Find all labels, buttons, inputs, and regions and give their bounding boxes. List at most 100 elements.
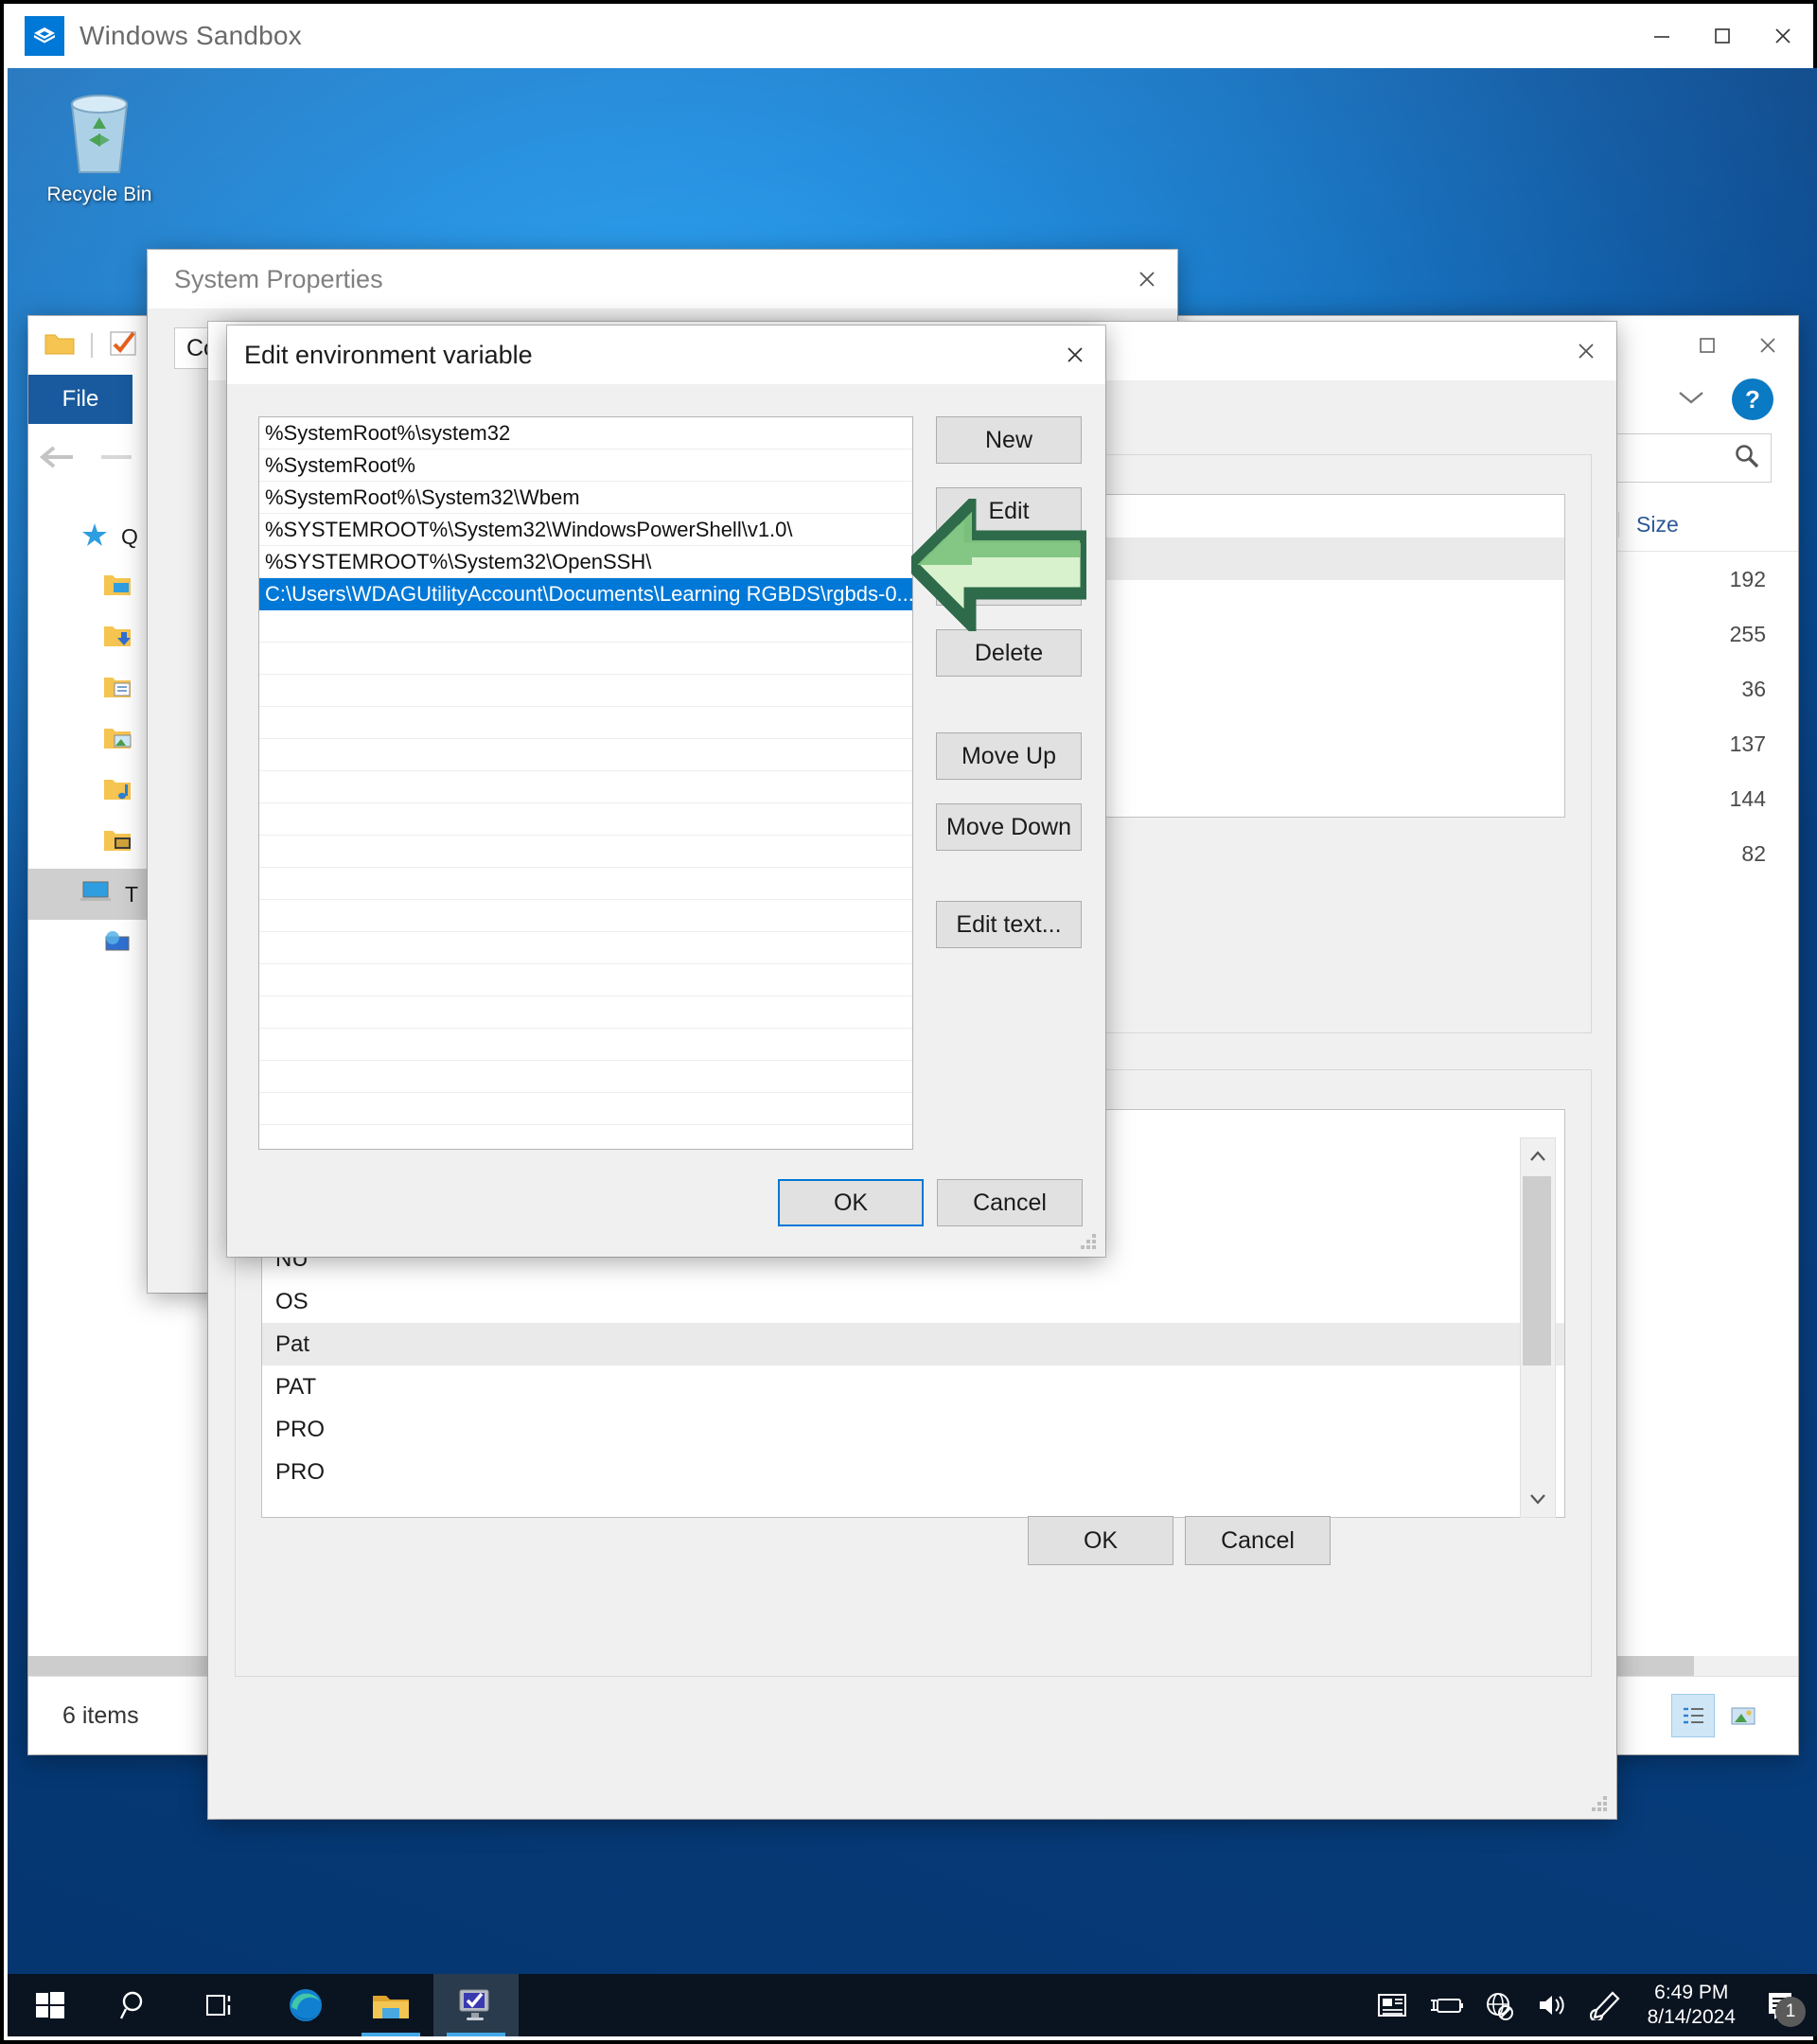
- folder-icon[interactable]: [28, 329, 76, 362]
- start-button[interactable]: [8, 1974, 93, 2036]
- path-entry-row-empty[interactable]: [259, 964, 912, 996]
- taskbar-clock[interactable]: 6:49 PM 8/14/2024: [1632, 1974, 1751, 2036]
- cell-size: 192: [1729, 566, 1766, 591]
- env-vars-vertical-scrollbar[interactable]: [1520, 1137, 1556, 1518]
- environment-variables-close-icon[interactable]: [1556, 322, 1616, 380]
- new-button[interactable]: New: [936, 416, 1082, 464]
- env-ok-button[interactable]: OK: [1028, 1516, 1173, 1565]
- path-entry-row[interactable]: C:\Users\WDAGUtilityAccount\Documents\Le…: [259, 578, 912, 610]
- env-resize-grip[interactable]: [1592, 1796, 1609, 1813]
- system-properties-title: System Properties: [174, 264, 383, 293]
- variable-row[interactable]: OS: [262, 1280, 1564, 1323]
- path-entry-row[interactable]: %SYSTEMROOT%\System32\OpenSSH\: [259, 546, 912, 578]
- green-left-arrow-cursor: [902, 491, 1093, 639]
- tab-file[interactable]: File: [28, 375, 132, 424]
- system-properties-close-icon[interactable]: [1117, 250, 1177, 308]
- battery-charging-icon[interactable]: [1420, 1974, 1473, 2036]
- variable-row[interactable]: PRO: [262, 1408, 1564, 1451]
- scroll-down-icon[interactable]: [1521, 1481, 1555, 1517]
- search-icon[interactable]: [1733, 442, 1761, 475]
- explorer-ribbon-right: ?: [1675, 375, 1798, 424]
- running-indicator: [447, 2033, 505, 2036]
- toolbar-divider: [91, 333, 93, 358]
- taskbar-file-explorer-button[interactable]: [348, 1974, 433, 2036]
- forward-icon[interactable]: [87, 443, 146, 480]
- network-globe-disconnected-icon[interactable]: [1473, 1974, 1526, 2036]
- path-entry-row-empty[interactable]: [259, 836, 912, 868]
- explorer-close-icon[interactable]: [1738, 316, 1798, 375]
- cell-size: 137: [1729, 731, 1766, 756]
- path-entry-row[interactable]: %SystemRoot%: [259, 449, 912, 482]
- system-tray: 6:49 PM 8/14/2024 1: [1367, 1974, 1817, 2036]
- desktop-icon-recycle-bin[interactable]: Recycle Bin: [28, 87, 170, 206]
- notification-center-button[interactable]: 1: [1751, 1974, 1811, 2036]
- path-entry-row-empty[interactable]: [259, 771, 912, 803]
- chevron-down-icon[interactable]: [1675, 388, 1707, 412]
- path-entry-row-empty[interactable]: [259, 996, 912, 1029]
- path-entry-row-empty[interactable]: [259, 1029, 912, 1061]
- maximize-icon[interactable]: [1692, 4, 1753, 68]
- move-down-button[interactable]: Move Down: [936, 803, 1082, 851]
- volume-icon[interactable]: [1526, 1974, 1579, 2036]
- recycle-bin-icon: [70, 95, 129, 173]
- minimize-icon[interactable]: [1632, 4, 1692, 68]
- path-entry-row[interactable]: %SYSTEMROOT%\System32\WindowsPowerShell\…: [259, 514, 912, 546]
- path-entry-row-empty[interactable]: [259, 610, 912, 643]
- sandbox-box-icon: [25, 16, 64, 56]
- path-entry-row-empty[interactable]: [259, 1061, 912, 1093]
- help-icon[interactable]: ?: [1732, 379, 1773, 420]
- sandbox-title: Windows Sandbox: [79, 21, 302, 50]
- explorer-view-buttons: [1671, 1694, 1798, 1737]
- path-entry-row-empty[interactable]: [259, 932, 912, 964]
- edit-env-cancel-button[interactable]: Cancel: [937, 1179, 1083, 1226]
- path-entry-row-empty[interactable]: [259, 707, 912, 739]
- system-properties-icon: [459, 1989, 489, 2020]
- back-icon[interactable]: [28, 443, 87, 480]
- checkbox-properties-icon[interactable]: [108, 329, 140, 362]
- scrollbar-thumb[interactable]: [1523, 1176, 1551, 1366]
- details-view-icon[interactable]: [1671, 1694, 1715, 1737]
- path-entry-row[interactable]: %SystemRoot%\System32\Wbem: [259, 482, 912, 514]
- env-cancel-button[interactable]: Cancel: [1185, 1516, 1331, 1565]
- path-entry-row-empty[interactable]: [259, 643, 912, 675]
- variable-row[interactable]: PAT: [262, 1366, 1564, 1408]
- column-header-size[interactable]: Size: [1618, 511, 1798, 537]
- edit-text-button[interactable]: Edit text...: [936, 901, 1082, 948]
- path-entries-listbox[interactable]: %SystemRoot%\system32 %SystemRoot% %System…: [258, 416, 913, 1150]
- news-and-interests-icon[interactable]: [1367, 1974, 1420, 2036]
- path-entry-row-empty[interactable]: [259, 739, 912, 771]
- taskbar-edge-button[interactable]: [263, 1974, 348, 2036]
- tree-item-label: T: [125, 881, 139, 907]
- edit-env-resize-grip[interactable]: [1081, 1234, 1098, 1251]
- path-entries-rows: %SystemRoot%\system32 %SystemRoot% %System…: [259, 417, 912, 1149]
- taskbar-system-properties-button[interactable]: [433, 1974, 519, 2036]
- search-icon: [119, 1991, 143, 2019]
- cell-size: 255: [1729, 621, 1766, 646]
- scroll-up-icon[interactable]: [1521, 1138, 1555, 1174]
- edit-env-ok-button[interactable]: OK: [778, 1179, 924, 1226]
- folder-music-icon: [102, 776, 132, 808]
- path-entry-row-empty[interactable]: [259, 1125, 912, 1149]
- task-view-button[interactable]: [178, 1974, 263, 2036]
- path-entry-row[interactable]: %SystemRoot%\system32: [259, 417, 912, 449]
- folder-pictures-icon: [102, 725, 132, 757]
- path-entry-row-empty[interactable]: [259, 900, 912, 932]
- explorer-maximize-icon[interactable]: [1677, 316, 1738, 375]
- large-icons-view-icon[interactable]: [1722, 1695, 1764, 1736]
- taskbar-search-button[interactable]: [93, 1974, 178, 2036]
- folder-downloads-icon: [102, 623, 132, 655]
- system-properties-titlebar: System Properties: [148, 250, 1177, 308]
- path-entry-row-empty[interactable]: [259, 803, 912, 836]
- path-entry-row-empty[interactable]: [259, 675, 912, 707]
- desktop: Recycle Bin File ? Q T Size 192 255 36 1…: [8, 68, 1817, 1982]
- variable-row[interactable]: PRO: [262, 1451, 1564, 1493]
- close-icon[interactable]: [1753, 4, 1813, 68]
- file-explorer-icon: [373, 1996, 409, 2018]
- edit-env-close-icon[interactable]: [1045, 326, 1105, 384]
- path-entry-row-empty[interactable]: [259, 1093, 912, 1125]
- delete-button[interactable]: Delete: [936, 629, 1082, 677]
- move-up-button[interactable]: Move Up: [936, 732, 1082, 780]
- variable-row[interactable]: Pat: [262, 1323, 1564, 1366]
- pen-workspace-icon[interactable]: [1579, 1974, 1632, 2036]
- path-entry-row-empty[interactable]: [259, 868, 912, 900]
